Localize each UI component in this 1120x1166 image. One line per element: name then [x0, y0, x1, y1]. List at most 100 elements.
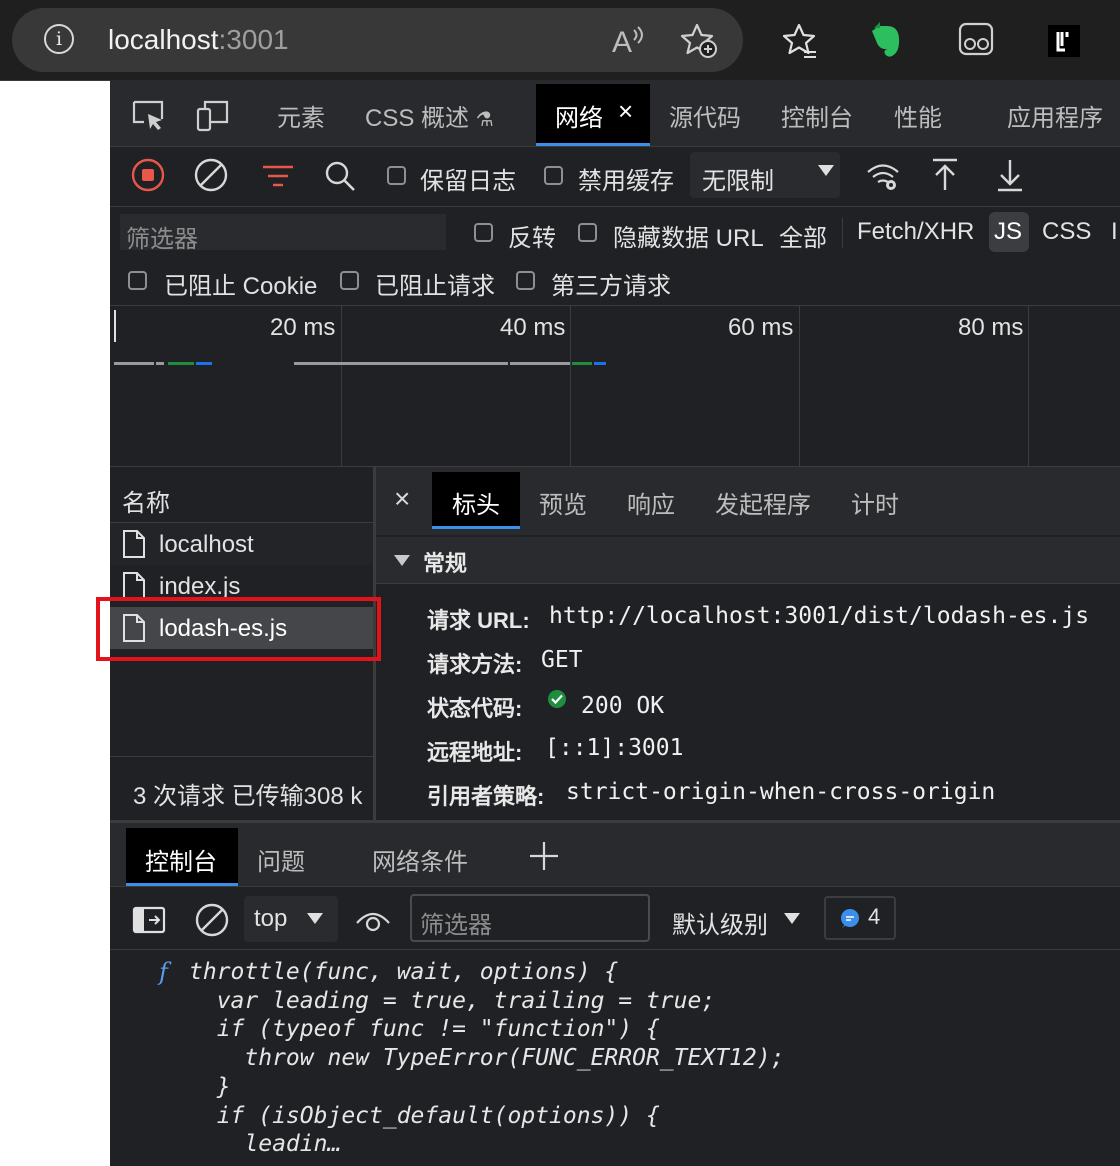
- code-line: throttle(func, wait, options) {: [189, 959, 619, 985]
- detail-tab-preview[interactable]: 预览: [539, 485, 587, 520]
- console-filter-input[interactable]: 筛选器: [410, 894, 650, 942]
- drawer-tab-issues[interactable]: 问题: [257, 842, 305, 877]
- third-party-checkbox[interactable]: [516, 271, 535, 290]
- header-key: 引用者策略:: [427, 784, 545, 809]
- live-expression-eye-icon[interactable]: [355, 908, 391, 934]
- drawer-tab-network-conditions[interactable]: 网络条件: [372, 842, 468, 877]
- log-level-select[interactable]: 默认级别: [662, 896, 802, 942]
- tab-console[interactable]: 控制台: [781, 98, 853, 133]
- header-key: 请求方法:: [427, 652, 523, 677]
- divider: [110, 756, 373, 757]
- type-filter-img[interactable]: I: [1111, 218, 1118, 246]
- blocked-requests-checkbox[interactable]: [340, 271, 359, 290]
- url-text[interactable]: localhost:3001: [108, 22, 289, 58]
- header-value: [::1]:3001: [545, 735, 684, 761]
- inspect-element-icon[interactable]: [132, 100, 166, 132]
- type-filter-all[interactable]: 全部: [779, 218, 827, 253]
- type-filter-js-selected[interactable]: JS: [989, 212, 1029, 252]
- code-line: if (isObject_default(options)) {: [189, 1102, 660, 1129]
- add-tab-icon[interactable]: [528, 840, 560, 872]
- highlight-box: [96, 597, 381, 661]
- selected-tab-indicator: [432, 526, 520, 529]
- timeline-bar: [572, 362, 592, 365]
- timeline-bar: [294, 362, 508, 365]
- document-icon: [123, 530, 145, 558]
- invert-label: 反转: [508, 225, 556, 252]
- blocked-cookies-checkbox[interactable]: [128, 271, 147, 290]
- timeline-gridline: [1028, 306, 1029, 466]
- detail-tab-timing[interactable]: 计时: [851, 485, 899, 520]
- chevron-down-icon: [818, 165, 834, 176]
- info-icon[interactable]: i: [44, 24, 74, 54]
- read-aloud-icon[interactable]: A: [610, 24, 644, 56]
- reading-mode-icon[interactable]: [958, 22, 996, 58]
- url-host: localhost: [108, 24, 219, 55]
- console-output[interactable]: f throttle(func, wait, options) { var le…: [110, 950, 1120, 1166]
- sidebar-toggle-icon[interactable]: [132, 906, 166, 934]
- message-count: 4: [868, 904, 881, 929]
- tab-performance[interactable]: 性能: [894, 98, 942, 133]
- section-title: 常规: [423, 551, 468, 576]
- detail-tab-response[interactable]: 响应: [627, 485, 675, 520]
- disable-cache-checkbox[interactable]: [544, 166, 563, 185]
- type-filter-fetch-xhr[interactable]: Fetch/XHR: [857, 218, 974, 246]
- network-filter-input[interactable]: 筛选器: [120, 214, 446, 253]
- divider: [110, 146, 1120, 147]
- search-icon[interactable]: [324, 160, 356, 192]
- tab-css-overview[interactable]: CSS 概述 ⚗: [365, 98, 494, 133]
- add-favorite-icon[interactable]: [680, 22, 720, 60]
- request-row-localhost[interactable]: localhost: [110, 523, 373, 565]
- timeline-gridline: [341, 306, 342, 466]
- timeline-overview[interactable]: 20 ms 40 ms 60 ms 80 ms: [110, 306, 1120, 466]
- drawer-tab-console[interactable]: 控制台: [126, 828, 238, 886]
- preserve-log-checkbox[interactable]: [387, 166, 406, 185]
- close-tab-icon[interactable]: ×: [618, 96, 633, 127]
- detail-tab-initiator[interactable]: 发起程序: [715, 485, 811, 520]
- tab-network[interactable]: 网络 ×: [536, 84, 650, 146]
- timeline-bar: [114, 362, 154, 365]
- detail-tab-label: 标头: [452, 492, 500, 519]
- preserve-log-label: 保留日志: [420, 168, 516, 195]
- timeline-bar: [594, 362, 606, 365]
- header-key: 状态代码:: [427, 696, 523, 721]
- header-key: 请求 URL:: [427, 608, 530, 633]
- general-section-header[interactable]: 常规: [376, 537, 1120, 583]
- issues-counter[interactable]: 4: [824, 896, 896, 940]
- import-har-icon[interactable]: [931, 158, 959, 192]
- tab-sources[interactable]: 源代码: [669, 98, 741, 133]
- network-filter-placeholder: 筛选器: [126, 226, 198, 253]
- tab-elements[interactable]: 元素: [277, 98, 325, 133]
- code-line: }: [189, 1073, 231, 1100]
- invert-checkbox[interactable]: [474, 223, 493, 242]
- timeline-tick: 20 ms: [270, 314, 336, 341]
- header-value: strict-origin-when-cross-origin: [566, 779, 996, 805]
- filter-icon[interactable]: [261, 164, 295, 188]
- chevron-down-icon: [784, 913, 800, 924]
- clear-icon[interactable]: [194, 158, 228, 192]
- evernote-icon[interactable]: [870, 20, 906, 60]
- timeline-bar: [168, 362, 194, 365]
- status-ok-icon: [548, 690, 566, 708]
- clear-console-icon[interactable]: [195, 903, 229, 937]
- device-toolbar-icon[interactable]: [196, 99, 230, 133]
- favorites-icon[interactable]: [782, 22, 820, 60]
- divider: [842, 218, 843, 248]
- type-filter-js: JS: [994, 218, 1023, 245]
- chevron-down-icon: [307, 913, 323, 924]
- extension-icon[interactable]: [1048, 25, 1080, 57]
- record-icon[interactable]: [131, 158, 165, 192]
- throttle-select[interactable]: 无限制: [690, 152, 840, 198]
- network-conditions-icon[interactable]: [866, 160, 900, 192]
- tab-application[interactable]: 应用程序: [1007, 98, 1103, 133]
- hide-data-url-checkbox[interactable]: [578, 223, 597, 242]
- request-list-header: 名称: [122, 490, 170, 517]
- type-filter-css[interactable]: CSS: [1042, 218, 1091, 246]
- context-selector[interactable]: top: [244, 896, 338, 942]
- request-name: localhost: [159, 531, 254, 558]
- header-value: http://localhost:3001/dist/lodash-es.js: [549, 603, 1090, 629]
- timeline-gridline: [570, 306, 571, 466]
- detail-tab-headers[interactable]: 标头: [432, 472, 520, 529]
- export-har-icon[interactable]: [996, 158, 1024, 192]
- browser-toolbar: i localhost:3001 A: [0, 0, 1120, 81]
- close-icon[interactable]: ×: [394, 483, 410, 515]
